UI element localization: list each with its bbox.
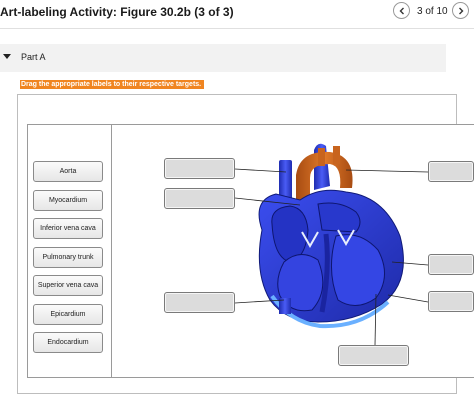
drop-target-3[interactable] (428, 161, 474, 182)
label-aorta[interactable]: Aorta (33, 161, 103, 182)
instruction-banner: Drag the appropriate labels to their res… (20, 80, 205, 89)
next-button[interactable] (452, 2, 469, 19)
activity-title: Art-labeling Activity: Figure 30.2b (3 o… (0, 5, 234, 19)
chevron-left-icon (399, 7, 404, 14)
caret-down-icon[interactable] (3, 54, 11, 59)
part-a-header[interactable] (0, 44, 446, 72)
drop-target-5[interactable] (428, 291, 474, 312)
drop-target-2[interactable] (164, 188, 235, 209)
label-epicardium[interactable]: Epicardium (33, 304, 103, 325)
chevron-right-icon (458, 7, 463, 14)
drop-target-7[interactable] (338, 345, 409, 366)
label-endocardium[interactable]: Endocardium (33, 332, 103, 353)
label-myocardium[interactable]: Myocardium (33, 190, 103, 211)
drop-target-4[interactable] (428, 254, 474, 275)
question-counter: 3 of 10 (417, 6, 448, 17)
drop-target-6[interactable] (164, 292, 235, 313)
label-inferior-vena-cava[interactable]: Inferior vena cava (33, 218, 103, 239)
previous-button[interactable] (393, 2, 410, 19)
label-superior-vena-cava[interactable]: Superior vena cava (33, 275, 103, 296)
part-a-label: Part A (21, 52, 46, 62)
label-pulmonary-trunk[interactable]: Pulmonary trunk (33, 247, 103, 268)
header-divider (0, 28, 474, 29)
drop-target-1[interactable] (164, 158, 235, 179)
label-bank-divider (111, 124, 112, 378)
